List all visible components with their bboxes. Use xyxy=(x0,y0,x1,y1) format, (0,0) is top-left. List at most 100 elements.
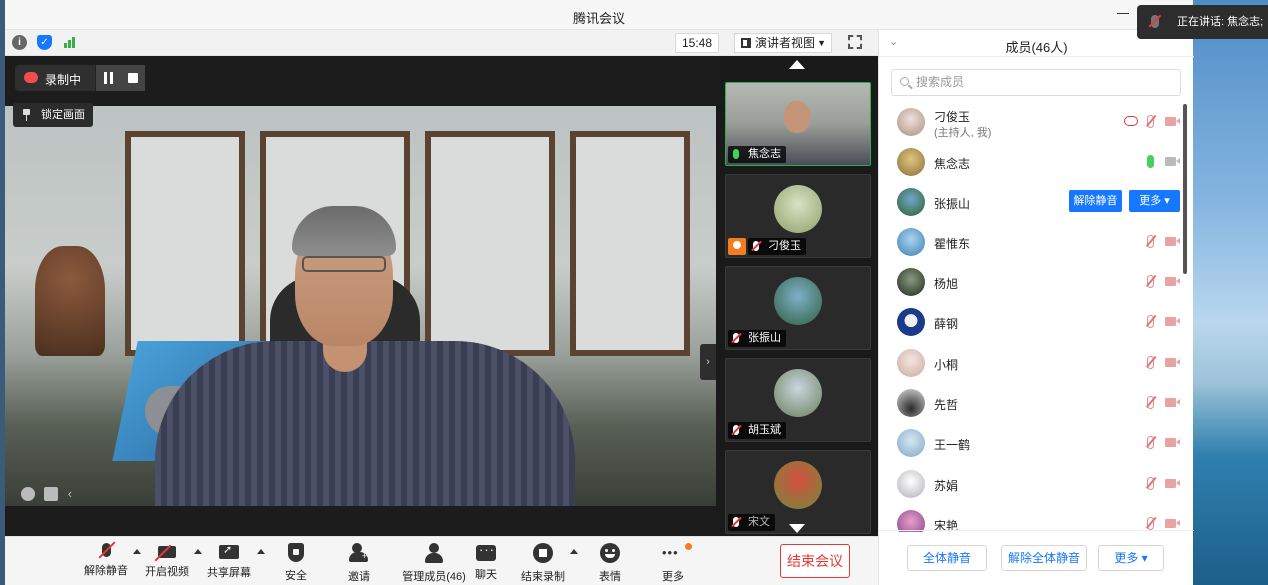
pause-recording-button[interactable] xyxy=(95,65,121,91)
mic-muted-icon[interactable] xyxy=(1147,235,1154,248)
gallery-tile[interactable]: 张振山 xyxy=(725,266,871,350)
mic-muted-icon[interactable] xyxy=(1147,356,1154,369)
invite-button[interactable]: 邀请 xyxy=(329,541,389,583)
mic-live-icon[interactable] xyxy=(1147,155,1154,168)
speaker-video-feed xyxy=(5,106,716,506)
camera-off-icon[interactable] xyxy=(1165,237,1180,246)
chat-button[interactable]: 聊天 xyxy=(456,541,516,583)
member-row[interactable]: 王一鹤 xyxy=(879,423,1180,463)
info-icon[interactable]: i xyxy=(12,35,27,50)
member-row[interactable]: 杨旭 xyxy=(879,262,1180,302)
mic-muted-icon xyxy=(733,517,739,527)
cloud-record-icon xyxy=(1124,116,1138,126)
member-row[interactable]: 先哲 xyxy=(879,383,1180,423)
view-mode-dropdown[interactable]: 演讲者视图 ▼ xyxy=(734,33,832,53)
gallery-scroll-down-icon[interactable] xyxy=(789,524,805,533)
gallery-strip: 焦念志 刁俊玉 张振山 胡玉斌 宋文 xyxy=(716,56,878,536)
tile-name-tag: 张振山 xyxy=(728,330,786,347)
unmute-member-button[interactable]: 解除静音 xyxy=(1069,190,1122,212)
more-button[interactable]: 更多 xyxy=(643,541,703,583)
member-list-scrollbar[interactable] xyxy=(1183,104,1187,274)
chevron-down-icon: ▼ xyxy=(817,38,826,48)
avatar xyxy=(897,349,925,377)
recording-label: 录制中 xyxy=(45,73,82,87)
end-meeting-button[interactable]: 结束会议 xyxy=(780,544,850,578)
shield-icon xyxy=(288,543,304,562)
keyboard-icon[interactable] xyxy=(44,486,59,501)
speaker-view-icon xyxy=(741,38,751,48)
member-row[interactable]: 张振山 解除静音 更多 ▾ xyxy=(879,182,1180,222)
lock-view-button[interactable]: 锁定画面 xyxy=(13,103,93,127)
member-more-button[interactable]: 更多 ▾ xyxy=(1129,190,1180,212)
avatar xyxy=(897,188,925,216)
gallery-tile[interactable]: 焦念志 xyxy=(725,82,871,166)
camera-icon[interactable] xyxy=(1165,157,1180,166)
top-toolbar: i ✓ 15:48 演讲者视图 ▼ xyxy=(5,30,878,56)
member-row[interactable]: 薛钢 xyxy=(879,302,1180,342)
share-screen-button[interactable]: 共享屏幕 xyxy=(199,541,259,583)
signal-icon[interactable] xyxy=(62,35,77,50)
stop-recording-button[interactable] xyxy=(121,65,145,91)
camera-off-icon[interactable] xyxy=(1165,519,1180,528)
share-screen-icon xyxy=(219,543,239,559)
mic-muted-icon[interactable] xyxy=(1147,477,1154,490)
member-row[interactable]: 瞿惟东 xyxy=(879,222,1180,262)
member-search-input[interactable]: 搜索成员 xyxy=(891,69,1181,96)
gallery-tile[interactable]: 胡玉斌 xyxy=(725,358,871,442)
member-row[interactable]: 焦念志 xyxy=(879,142,1180,182)
meeting-window: 腾讯会议 i ✓ 15:48 演讲者视图 ▼ 录制中 锁定画面 ‹ › 焦念志 … xyxy=(5,0,1194,585)
member-row[interactable]: 刁俊玉 (主持人, 我) xyxy=(879,102,1180,142)
mic-muted-icon[interactable] xyxy=(1147,315,1154,328)
tile-name-tag: 焦念志 xyxy=(728,146,786,163)
avatar xyxy=(897,268,925,296)
camera-off-icon[interactable] xyxy=(1165,117,1180,126)
fullscreen-icon[interactable] xyxy=(848,35,862,49)
camera-off-icon[interactable] xyxy=(1165,398,1180,407)
unmute-button[interactable]: 解除静音 xyxy=(76,541,136,583)
camera-off-icon[interactable] xyxy=(1165,479,1180,488)
stop-recording-toolbar-button[interactable]: 结束录制 xyxy=(513,541,573,583)
security-shield-icon[interactable]: ✓ xyxy=(37,35,52,50)
camera-off-icon[interactable] xyxy=(1165,317,1180,326)
avatar xyxy=(897,308,925,336)
members-panel-footer: 全体静音 解除全体静音 更多 ▾ xyxy=(879,530,1194,585)
emoji-button[interactable]: 表情 xyxy=(580,541,640,583)
mic-muted-icon[interactable] xyxy=(1147,517,1154,530)
unmute-all-button[interactable]: 解除全体静音 xyxy=(1001,545,1087,571)
chat-icon xyxy=(476,542,496,561)
mic-muted-icon[interactable] xyxy=(1147,115,1154,128)
member-row[interactable]: 小桐 xyxy=(879,343,1180,383)
avatar xyxy=(897,108,925,136)
video-tools: ‹ xyxy=(21,486,84,502)
avatar xyxy=(897,389,925,417)
mic-muted-icon[interactable] xyxy=(1147,275,1154,288)
more-icon xyxy=(662,543,683,563)
gallery-tile[interactable]: 刁俊玉 xyxy=(725,174,871,258)
member-row[interactable]: 苏娟 xyxy=(879,464,1180,504)
mic-muted-icon[interactable] xyxy=(1147,436,1154,449)
mute-all-button[interactable]: 全体静音 xyxy=(907,545,987,571)
minimize-icon[interactable] xyxy=(1117,7,1131,21)
avatar xyxy=(774,277,822,325)
mic-muted-icon xyxy=(753,241,759,251)
panel-more-button[interactable]: 更多 ▾ xyxy=(1098,545,1164,571)
collapse-gallery-button[interactable]: › xyxy=(700,344,716,380)
member-row[interactable]: 宋艳 xyxy=(879,504,1180,532)
avatar xyxy=(897,148,925,176)
mic-muted-icon xyxy=(733,425,739,435)
gallery-scroll-up-icon[interactable] xyxy=(789,60,805,69)
gallery-tile[interactable]: 宋文 xyxy=(725,450,871,534)
record-options-chevron-icon[interactable] xyxy=(570,549,578,554)
camera-off-icon[interactable] xyxy=(1165,358,1180,367)
start-video-button[interactable]: 开启视频 xyxy=(137,541,197,583)
emoji-icon xyxy=(600,543,620,563)
mic-muted-icon[interactable] xyxy=(1147,396,1154,409)
camera-off-icon[interactable] xyxy=(1165,277,1180,286)
security-button[interactable]: 安全 xyxy=(266,541,326,583)
member-list: 刁俊玉 (主持人, 我) 焦念志 张振山 解除静音 更多 ▾ 瞿惟东 杨旭 薛钢… xyxy=(879,102,1194,532)
chevron-left-icon[interactable]: ‹ xyxy=(68,486,78,501)
camera-off-icon[interactable] xyxy=(1165,438,1180,447)
avatar xyxy=(897,429,925,457)
emoji-icon[interactable] xyxy=(21,486,35,501)
share-options-chevron-icon[interactable] xyxy=(257,549,265,554)
